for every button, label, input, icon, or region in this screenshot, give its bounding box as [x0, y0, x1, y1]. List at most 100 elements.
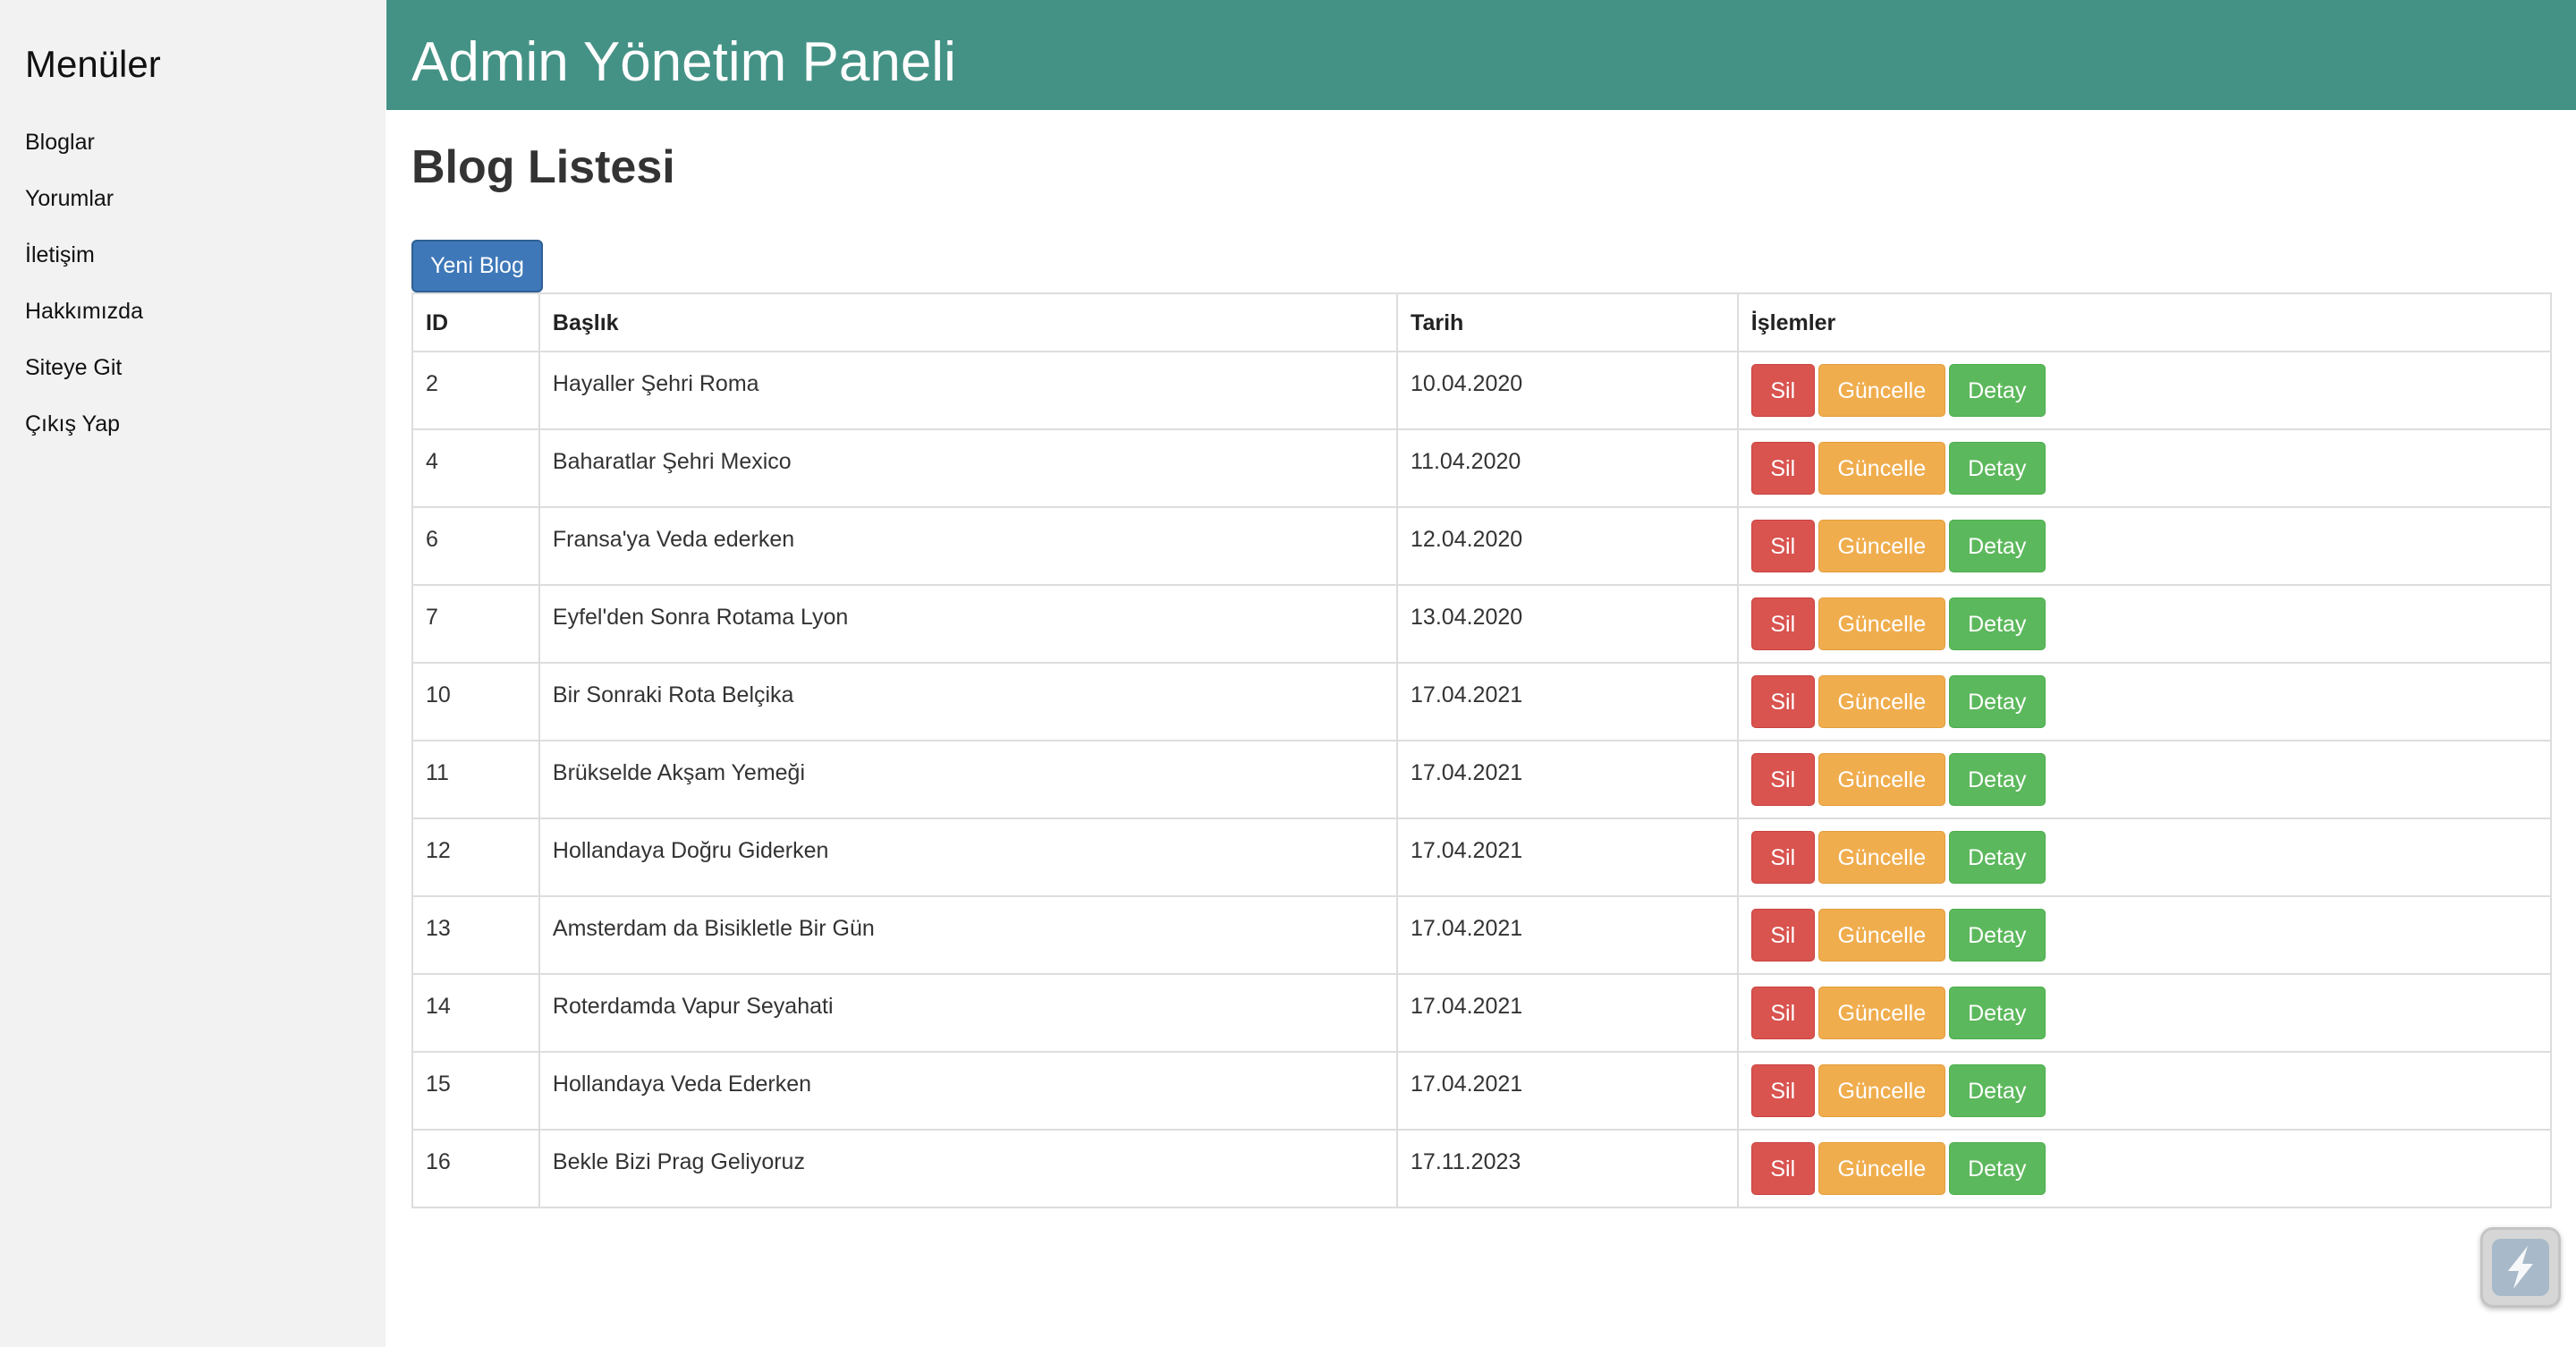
cell-id: 6	[411, 506, 540, 586]
cell-id: 13	[411, 895, 540, 975]
update-button[interactable]: Güncelle	[1818, 831, 1945, 884]
detail-button[interactable]: Detay	[1948, 909, 2046, 962]
cell-actions: Sil Güncelle Detay	[1736, 818, 2553, 897]
column-header-actions: İşlemler	[1736, 292, 2553, 352]
delete-button[interactable]: Sil	[1750, 987, 1815, 1039]
cell-id: 12	[411, 818, 540, 897]
sidebar-item-yorumlar[interactable]: Yorumlar	[25, 178, 143, 234]
detail-button[interactable]: Detay	[1948, 1064, 2046, 1117]
delete-button[interactable]: Sil	[1750, 597, 1815, 650]
table-row: 6 Fransa'ya Veda ederken 12.04.2020 Sil Günc…	[411, 506, 2553, 586]
cell-actions: Sil Güncelle Detay	[1736, 740, 2553, 819]
column-header-title: Başlık	[538, 292, 1399, 352]
detail-button[interactable]: Detay	[1948, 831, 2046, 884]
cell-id: 15	[411, 1051, 540, 1131]
cell-title: Hayaller Şehri Roma	[538, 351, 1399, 430]
cell-date: 13.04.2020	[1396, 584, 1739, 664]
new-blog-button[interactable]: Yeni Blog	[411, 240, 543, 292]
sidebar-title: Menüler	[25, 43, 161, 85]
cell-date: 11.04.2020	[1396, 428, 1739, 508]
floating-widget-button[interactable]	[2480, 1227, 2561, 1308]
table-row: 12 Hollandaya Doğru Giderken 17.04.2021 Sil…	[411, 818, 2553, 897]
cell-id: 14	[411, 973, 540, 1053]
update-button[interactable]: Güncelle	[1818, 753, 1945, 806]
sidebar: Menüler Bloglar Yorumlar İletişim Hakkım…	[0, 0, 386, 1347]
sidebar-item-cikis-yap[interactable]: Çıkış Yap	[25, 403, 143, 460]
cell-actions: Sil Güncelle Detay	[1736, 895, 2553, 975]
cell-actions: Sil Güncelle Detay	[1736, 662, 2553, 741]
detail-button[interactable]: Detay	[1948, 597, 2046, 650]
sidebar-menu: Bloglar Yorumlar İletişim Hakkımızda Sit…	[25, 122, 143, 460]
table-row: 15 Hollandaya Veda Ederken 17.04.2021 Sil Gü…	[411, 1051, 2553, 1131]
detail-button[interactable]: Detay	[1948, 675, 2046, 728]
detail-button[interactable]: Detay	[1948, 364, 2046, 417]
cell-id: 4	[411, 428, 540, 508]
cell-id: 11	[411, 740, 540, 819]
cell-date: 17.04.2021	[1396, 1051, 1739, 1131]
update-button[interactable]: Güncelle	[1818, 909, 1945, 962]
table-row: 11 Brükselde Akşam Yemeği 17.04.2021 Sil Gün…	[411, 740, 2553, 819]
detail-button[interactable]: Detay	[1948, 987, 2046, 1039]
update-button[interactable]: Güncelle	[1818, 597, 1945, 650]
sidebar-item-iletisim[interactable]: İletişim	[25, 234, 143, 291]
cell-title: Bir Sonraki Rota Belçika	[538, 662, 1399, 741]
detail-button[interactable]: Detay	[1948, 1142, 2046, 1195]
detail-button[interactable]: Detay	[1948, 753, 2046, 806]
cell-date: 17.04.2021	[1396, 818, 1739, 897]
cell-title: Baharatlar Şehri Mexico	[538, 428, 1399, 508]
header-bar: Admin Yönetim Paneli	[386, 0, 2576, 110]
cell-title: Fransa'ya Veda ederken	[538, 506, 1399, 586]
cell-title: Amsterdam da Bisikletle Bir Gün	[538, 895, 1399, 975]
cell-actions: Sil Güncelle Detay	[1736, 428, 2553, 508]
bolt-icon	[2492, 1239, 2549, 1296]
delete-button[interactable]: Sil	[1750, 1142, 1815, 1195]
table-row: 4 Baharatlar Şehri Mexico 11.04.2020 Sil Gün…	[411, 428, 2553, 508]
cell-actions: Sil Güncelle Detay	[1736, 506, 2553, 586]
table-row: 7 Eyfel'den Sonra Rotama Lyon 13.04.2020 Si…	[411, 584, 2553, 664]
cell-actions: Sil Güncelle Detay	[1736, 973, 2553, 1053]
delete-button[interactable]: Sil	[1750, 909, 1815, 962]
delete-button[interactable]: Sil	[1750, 442, 1815, 495]
cell-id: 16	[411, 1129, 540, 1208]
cell-date: 17.04.2021	[1396, 740, 1739, 819]
detail-button[interactable]: Detay	[1948, 520, 2046, 572]
cell-date: 17.04.2021	[1396, 973, 1739, 1053]
table-row: 14 Roterdamda Vapur Seyahati 17.04.2021 Sil…	[411, 973, 2553, 1053]
table-row: 10 Bir Sonraki Rota Belçika 17.04.2021 Sil G…	[411, 662, 2553, 741]
cell-id: 2	[411, 351, 540, 430]
sidebar-item-siteye-git[interactable]: Siteye Git	[25, 347, 143, 403]
cell-title: Roterdamda Vapur Seyahati	[538, 973, 1399, 1053]
delete-button[interactable]: Sil	[1750, 753, 1815, 806]
cell-actions: Sil Güncelle Detay	[1736, 351, 2553, 430]
cell-actions: Sil Güncelle Detay	[1736, 1051, 2553, 1131]
cell-actions: Sil Güncelle Detay	[1736, 1129, 2553, 1208]
delete-button[interactable]: Sil	[1750, 520, 1815, 572]
cell-title: Hollandaya Veda Ederken	[538, 1051, 1399, 1131]
cell-actions: Sil Güncelle Detay	[1736, 584, 2553, 664]
cell-title: Bekle Bizi Prag Geliyoruz	[538, 1129, 1399, 1208]
update-button[interactable]: Güncelle	[1818, 520, 1945, 572]
delete-button[interactable]: Sil	[1750, 1064, 1815, 1117]
column-header-date: Tarih	[1396, 292, 1739, 352]
delete-button[interactable]: Sil	[1750, 675, 1815, 728]
update-button[interactable]: Güncelle	[1818, 987, 1945, 1039]
column-header-id: ID	[411, 292, 540, 352]
cell-title: Eyfel'den Sonra Rotama Lyon	[538, 584, 1399, 664]
update-button[interactable]: Güncelle	[1818, 675, 1945, 728]
cell-date: 17.04.2021	[1396, 895, 1739, 975]
detail-button[interactable]: Detay	[1948, 442, 2046, 495]
update-button[interactable]: Güncelle	[1818, 364, 1945, 417]
cell-title: Brükselde Akşam Yemeği	[538, 740, 1399, 819]
cell-date: 10.04.2020	[1396, 351, 1739, 430]
header-title: Admin Yönetim Paneli	[411, 31, 956, 93]
update-button[interactable]: Güncelle	[1818, 1142, 1945, 1195]
table-header-row: ID Başlık Tarih İşlemler	[411, 292, 2553, 352]
cell-date: 12.04.2020	[1396, 506, 1739, 586]
sidebar-item-hakkimizda[interactable]: Hakkımızda	[25, 291, 143, 347]
update-button[interactable]: Güncelle	[1818, 1064, 1945, 1117]
update-button[interactable]: Güncelle	[1818, 442, 1945, 495]
sidebar-item-bloglar[interactable]: Bloglar	[25, 122, 143, 178]
delete-button[interactable]: Sil	[1750, 831, 1815, 884]
delete-button[interactable]: Sil	[1750, 364, 1815, 417]
table-body: 2 Hayaller Şehri Roma 10.04.2020 Sil Güncell…	[411, 351, 2553, 1208]
